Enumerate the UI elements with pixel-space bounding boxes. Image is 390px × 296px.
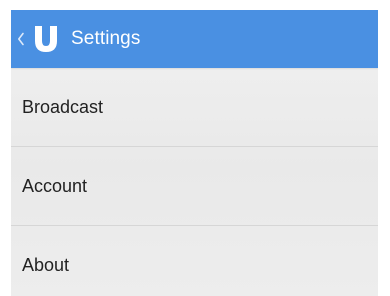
menu-item-broadcast[interactable]: Broadcast bbox=[11, 68, 378, 147]
menu-item-account[interactable]: Account bbox=[11, 147, 378, 226]
menu-item-label: Broadcast bbox=[22, 96, 104, 117]
action-bar: Settings bbox=[11, 10, 378, 68]
settings-menu-list: Broadcast Account About bbox=[11, 68, 378, 296]
settings-screen: Settings Broadcast Account About bbox=[11, 10, 378, 296]
menu-item-label: Account bbox=[22, 175, 88, 196]
page-title: Settings bbox=[71, 28, 141, 49]
chevron-left-icon bbox=[15, 30, 27, 48]
menu-item-label: About bbox=[22, 255, 70, 275]
up-navigation-button[interactable] bbox=[11, 10, 61, 68]
menu-item-about[interactable]: About bbox=[11, 226, 378, 296]
u-logo-icon bbox=[31, 24, 61, 54]
